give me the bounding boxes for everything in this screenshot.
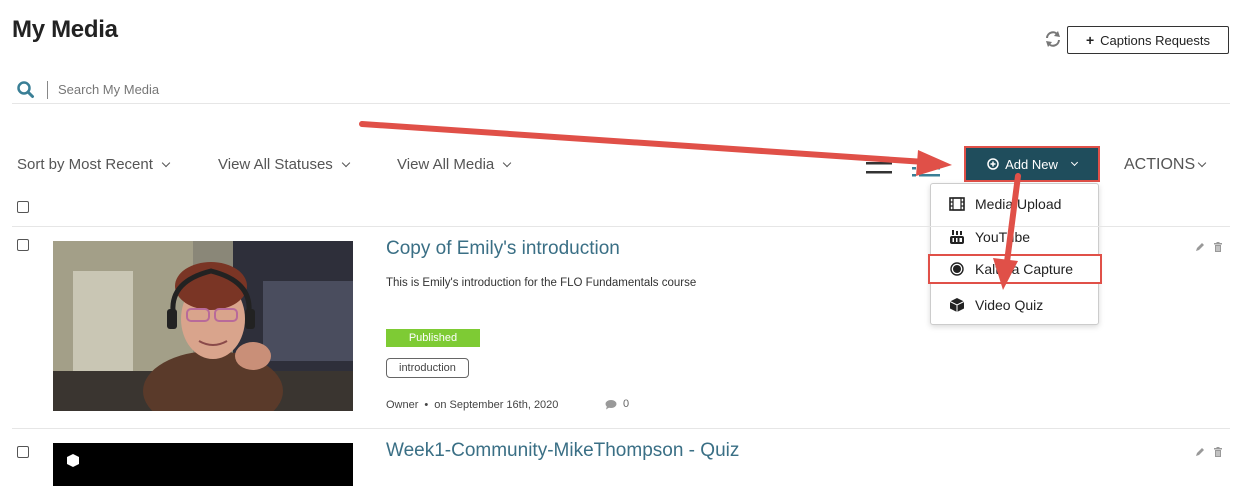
row-divider <box>12 226 1230 227</box>
add-new-menu: Media Upload YouTube Kaltura Capture Vid… <box>928 183 1102 325</box>
chevron-down-icon <box>1070 158 1078 166</box>
media-thumbnail[interactable] <box>53 443 353 486</box>
add-new-label: Add New <box>1005 156 1058 172</box>
media-thumbnail[interactable] <box>53 241 353 411</box>
chevron-down-icon <box>341 158 351 167</box>
menu-item-label: YouTube <box>975 229 1031 245</box>
media-description: This is Emily's introduction for the FLO… <box>386 277 697 289</box>
search-bar <box>12 76 1230 104</box>
sort-label: Sort by Most Recent <box>17 156 153 173</box>
status-filter-label: View All Statuses <box>218 156 333 173</box>
menu-item-label: Media Upload <box>975 196 1062 212</box>
plus-circle-icon <box>987 158 999 170</box>
plus-icon: + <box>1085 32 1095 48</box>
tag-introduction[interactable]: introduction <box>386 358 469 378</box>
menu-item-label: Kaltura Capture <box>975 261 1074 277</box>
captions-requests-label: Captions Requests <box>1100 32 1211 48</box>
row-checkbox[interactable] <box>17 446 29 458</box>
media-meta: Owner • on September 16th, 2020 <box>386 399 558 411</box>
menu-item-kaltura-capture[interactable]: Kaltura Capture <box>928 254 1102 284</box>
bullet-separator: • <box>424 399 429 411</box>
row-actions <box>1194 241 1224 253</box>
row-divider <box>12 428 1230 429</box>
add-new-button[interactable]: Add New <box>966 148 1098 180</box>
trash-icon[interactable] <box>1212 446 1224 458</box>
media-filter-dropdown[interactable]: View All Media <box>397 156 512 173</box>
add-new-highlight: Add New <box>964 146 1100 182</box>
pencil-icon[interactable] <box>1194 446 1206 458</box>
chevron-down-icon <box>503 158 512 167</box>
status-badge: Published <box>386 329 480 347</box>
refresh-icon[interactable] <box>1043 29 1063 49</box>
comment-icon <box>605 399 617 409</box>
row-actions <box>1194 446 1224 458</box>
media-filter-label: View All Media <box>397 156 495 173</box>
cube-icon <box>949 298 965 312</box>
status-filter-dropdown[interactable]: View All Statuses <box>218 156 351 173</box>
search-icon[interactable] <box>15 79 37 101</box>
trash-icon[interactable] <box>1212 241 1224 253</box>
comment-count[interactable]: 0 <box>605 398 629 410</box>
sort-dropdown[interactable]: Sort by Most Recent <box>17 156 171 173</box>
media-date: on September 16th, 2020 <box>434 399 559 411</box>
film-icon <box>949 197 965 211</box>
menu-item-label: Video Quiz <box>975 297 1044 313</box>
comment-count-value: 0 <box>623 398 630 410</box>
chevron-down-icon <box>161 158 171 167</box>
record-icon <box>950 262 964 276</box>
search-input[interactable] <box>58 82 458 97</box>
row-checkbox[interactable] <box>17 239 29 251</box>
pencil-icon[interactable] <box>1194 241 1206 253</box>
search-separator <box>47 80 48 99</box>
menu-item-video-quiz[interactable]: Video Quiz <box>931 290 1098 320</box>
actions-dropdown[interactable]: ACTIONS <box>1124 156 1207 174</box>
media-title-link[interactable]: Copy of Emily's introduction <box>386 238 620 260</box>
select-all-checkbox[interactable] <box>17 201 29 213</box>
chevron-down-icon <box>1197 158 1207 168</box>
list-view-icon[interactable] <box>866 158 892 178</box>
media-title-link[interactable]: Week1-Community-MikeThompson - Quiz <box>386 440 739 462</box>
youtube-icon <box>950 230 964 244</box>
detail-view-icon[interactable] <box>912 158 940 178</box>
page-title: My Media <box>12 16 118 43</box>
menu-item-media-upload[interactable]: Media Upload <box>931 189 1098 219</box>
owner-label: Owner <box>386 399 419 411</box>
actions-label: ACTIONS <box>1124 156 1196 173</box>
captions-requests-button[interactable]: + Captions Requests <box>1067 26 1229 54</box>
